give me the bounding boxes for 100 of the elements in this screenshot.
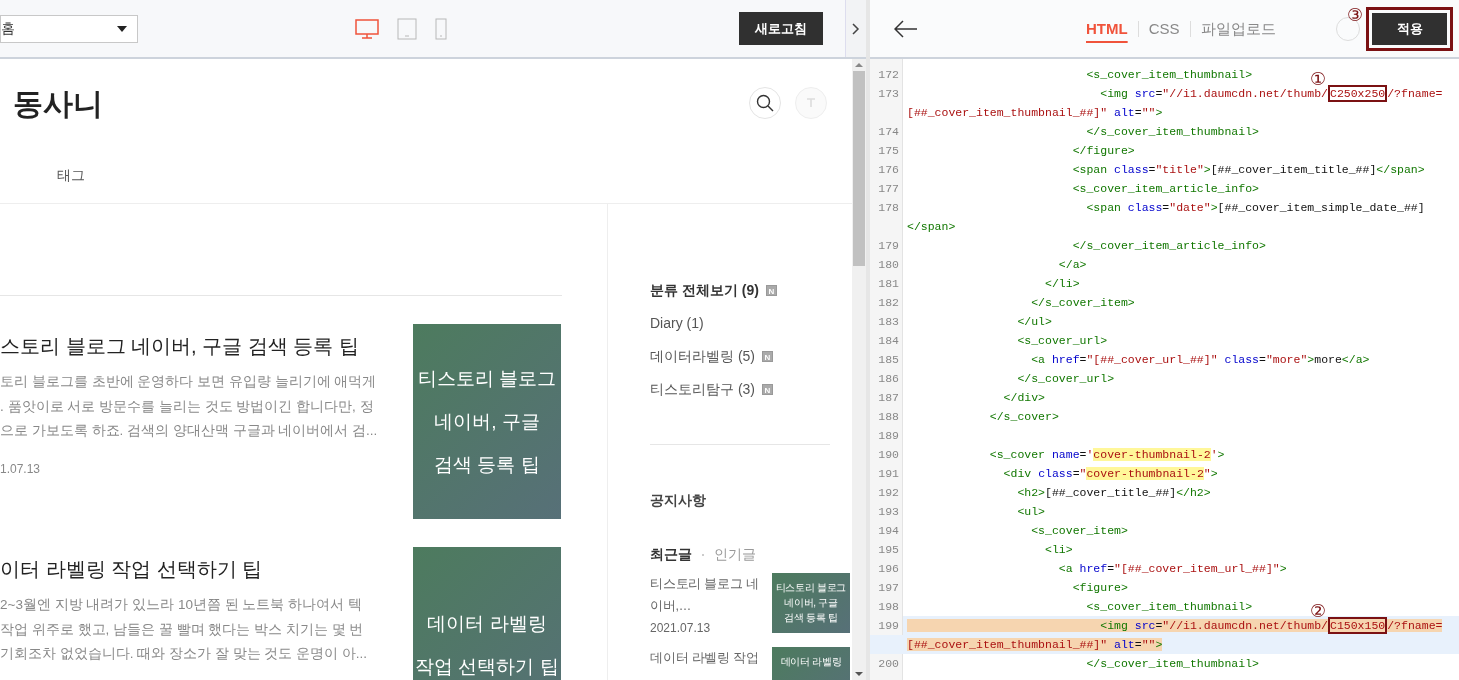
code-token: </span> [1376,163,1425,176]
code-token: /?fname= [1387,619,1443,632]
tab[interactable]: 최근글 [650,544,692,565]
new-badge: N [762,384,773,395]
callout-number: ③ [1347,5,1364,24]
highlight-box: C150x150 [1328,617,1388,634]
code-token: <img [1099,87,1128,100]
blog-title[interactable]: 동사니 [0,80,103,126]
code-token: > [1203,163,1211,176]
recent-post-title[interactable]: 데이터 라벨링 작업 [650,647,770,669]
code-token: <ul> [1016,505,1046,518]
category-link[interactable]: 데이터라벨링 (5) [650,346,755,367]
code-token: class [1037,467,1073,480]
editor-tab[interactable]: 파일업로드 [1189,20,1286,37]
caret-icon [117,25,127,32]
code-token: = [1148,163,1156,176]
code-token: </h2> [1176,486,1211,499]
code-token: = [1162,201,1170,214]
recent-post-title[interactable]: 티스토리 블로그 네이버,… [650,573,770,617]
code-token: = [1107,562,1115,575]
post-title[interactable]: 스토리 블로그 네이버, 구글 검색 등록 팁 [0,332,413,360]
new-badge: N [765,285,777,296]
code-token: </s_cover_url> [1016,372,1115,385]
thumbnail-text: 검색 등록 팁 [784,611,838,625]
scrollbar[interactable] [852,59,866,680]
category-link[interactable]: 티스토리탐구 (3) [650,379,755,400]
new-badge: N [762,351,773,362]
code-token: "date" [1169,201,1211,214]
code-token: </li> [1044,277,1080,290]
editor-tab[interactable]: CSS [1137,20,1190,37]
thumbnail-text: 작업 선택하기 팁 [415,654,559,679]
thumbnail-text: 티스토리 블로그 [775,581,847,595]
back-arrow-icon[interactable] [894,19,918,38]
code-token: <img [907,619,1128,632]
code-token: = [1134,106,1142,119]
code-token: <s_cover_item> [1030,524,1128,537]
post-title[interactable]: 이터 라벨링 작업 선택하기 팁 [0,555,413,583]
code-token: src [1127,619,1156,632]
code-token: "//i1.daumcdn.net/thumb/ [1162,619,1328,632]
t-shape-icon [806,98,816,108]
code-token: [##_cover_title_##] [1045,486,1177,499]
code-token: <s_cover [988,448,1046,461]
code-token: <a [1057,562,1073,575]
code-token: <a [1030,353,1046,366]
code-token: = [1079,448,1087,461]
category-link[interactable]: Diary (1) [650,313,704,334]
code-token: "//i1.daumcdn.net/thumb/ [1162,87,1328,100]
code-token: = [1072,467,1080,480]
code-token: src [1133,87,1156,100]
code-token: </div> [1002,391,1046,404]
desktop-icon[interactable] [355,18,379,39]
code-token: more [1314,353,1342,366]
collapse-tab[interactable] [845,0,866,57]
code-token: </a> [1341,353,1370,366]
code-token: alt [1113,106,1135,119]
apply-button[interactable]: 적용 [1372,12,1447,45]
callout-number: ② [1310,602,1327,620]
select-value: 홈 [1,19,15,38]
code-token: > [1155,638,1163,651]
page-select[interactable]: 홈 [0,14,138,43]
code-token: "[##_cover_url_##]" [1086,353,1218,366]
post-date: 2021.07.13 [650,620,712,637]
code-token: "[##_cover_item_url_##]" [1114,562,1280,575]
code-token: </ul> [1016,315,1052,328]
code-token: class [1113,163,1149,176]
code-token: > [1210,201,1218,214]
code-token: </s_cover_item_thumbnail> [1085,125,1259,138]
category-all-link[interactable]: 분류 전체보기 (9) [650,280,759,301]
nav-link[interactable]: 태그 [57,164,85,186]
code-token: = [1079,353,1087,366]
code-token: [##_cover_item_thumbnail_##]" [907,106,1108,119]
code-token: alt [1107,638,1135,651]
code-token: <div [1002,467,1032,480]
code-token: ' [1086,448,1094,461]
code-token: "title" [1155,163,1204,176]
code-token: <li> [1044,543,1073,556]
code-token: > [1279,562,1287,575]
refresh-button[interactable]: 새로고침 [739,11,823,46]
code-token: cover-thumbnail-2 [1093,448,1211,461]
code-token: href [1078,562,1108,575]
excerpt-line: . 품앗이로 서로 방문수를 늘리는 것도 방법이긴 합니다만, 정 [0,397,375,416]
code-token: </figure> [1071,144,1135,157]
code-token: </s_cover_item_article_info> [1071,239,1266,252]
code-token: [##_cover_item_title_##] [1210,163,1377,176]
code-token: <span [1071,163,1108,176]
code-token: <s_cover_item_article_info> [1071,182,1259,195]
scrollbar-thumb[interactable] [853,71,865,266]
highlight-box: C250x250 [1328,85,1388,102]
code-token: "" [1141,106,1156,119]
thumbnail-text: 티스토리 블로그 [417,367,557,391]
code-token: [##_cover_item_simple_date_##] [1217,201,1425,214]
code-token: cover-thumbnail-2 [1086,467,1204,480]
code-token: name [1050,448,1080,461]
excerpt-line: 기회조차 없었습니다. 때와 장소가 잘 맞는 것도 운명이 아... [0,645,368,663]
code-token: class [1223,353,1259,366]
code-token: class [1126,201,1163,214]
code-token: </s_cover_item> [1030,296,1135,309]
code-token: ' [1210,448,1218,461]
code-token: "more" [1265,353,1308,366]
code-token: </a> [1057,258,1087,271]
